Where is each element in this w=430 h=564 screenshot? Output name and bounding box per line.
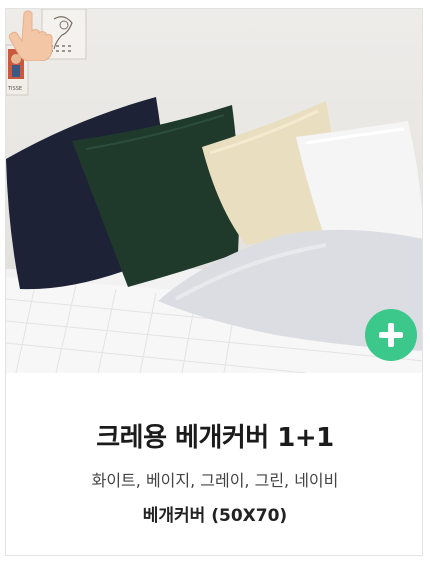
poster-label: TISSE (7, 86, 22, 92)
product-photo[interactable]: TISSE (6, 9, 422, 373)
pillow-scene: TISSE (6, 9, 422, 373)
product-card[interactable]: TISSE 크레용 베개커버 1+1 화이트, 베이지, 그레이, 그린, 네이… (5, 8, 423, 556)
product-title[interactable]: 크레용 베개커버 1+1 (6, 417, 422, 454)
product-size: 베개커버 (50X70) (142, 506, 288, 526)
product-info: 크레용 베개커버 1+1 화이트, 베이지, 그레이, 그린, 네이비 베개커버… (6, 373, 422, 555)
tap-hand-icon (8, 10, 53, 61)
add-to-cart-plus-icon[interactable] (365, 309, 417, 361)
product-color-options: 화이트, 베이지, 그레이, 그린, 네이비 (91, 471, 339, 490)
